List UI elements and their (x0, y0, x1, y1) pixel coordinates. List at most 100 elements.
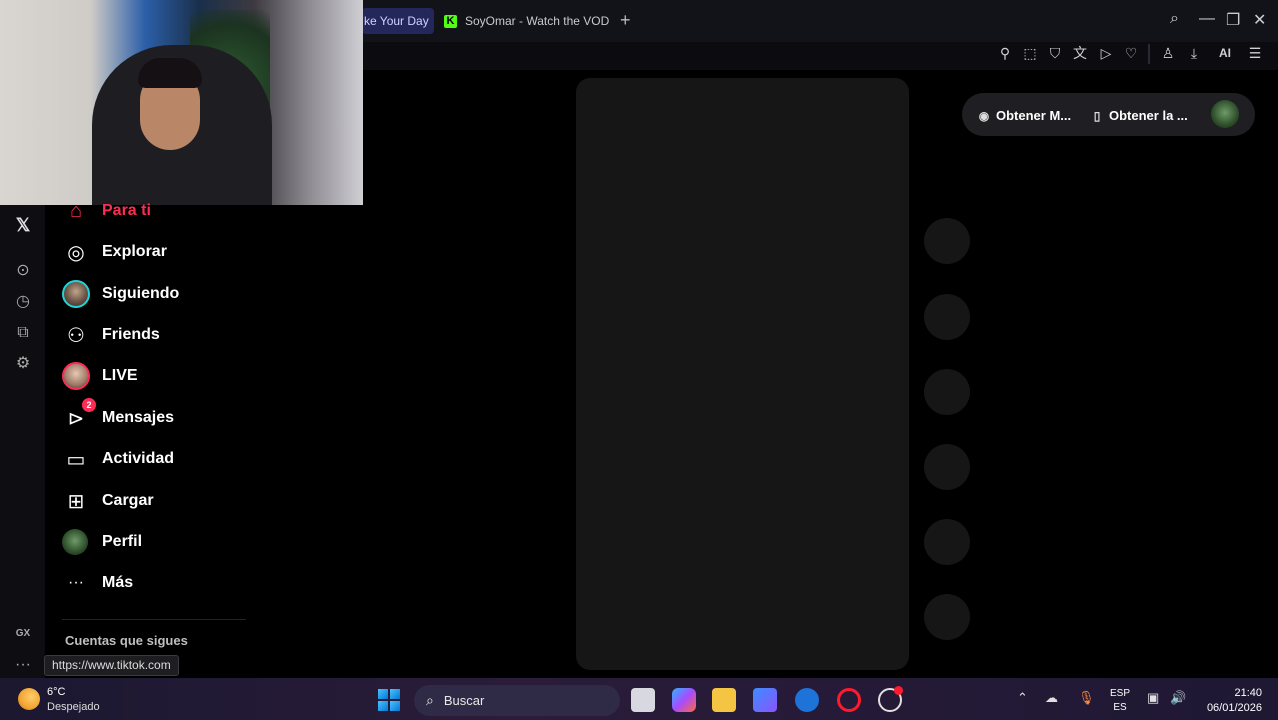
action-button-placeholder[interactable] (924, 294, 970, 340)
language-indicator[interactable]: ESP ES (1110, 687, 1130, 715)
screen: ke Your Day K SoyOmar - Watch the VOD + … (0, 0, 1278, 720)
x-twitter-icon[interactable]: 𝕏 (13, 215, 33, 235)
friends-icon: ⚇ (67, 324, 85, 347)
play-icon[interactable]: ▷ (1098, 45, 1114, 61)
following-accounts-title: Cuentas que sigues (65, 633, 188, 648)
maximize-icon[interactable]: ❐ (1226, 10, 1240, 30)
nav-item-explorar[interactable]: ◎ Explorar (62, 237, 167, 267)
outlook-icon[interactable] (795, 688, 819, 712)
webcam-overlay (0, 0, 363, 205)
toolbar-divider (1148, 44, 1150, 64)
task-view-icon[interactable] (631, 688, 655, 712)
clock[interactable]: 21:40 06/01/2026 (1200, 686, 1262, 716)
search-icon: ⌕ (426, 692, 434, 708)
opera-gx-icon[interactable] (837, 688, 861, 712)
weather-temp: 6°C (47, 686, 66, 698)
new-tab-button[interactable]: + (620, 10, 631, 30)
unread-badge: 2 (82, 398, 96, 412)
heart-icon[interactable]: ♡ (1123, 45, 1139, 61)
store-icon[interactable] (753, 688, 777, 712)
action-button-placeholder[interactable] (924, 369, 970, 415)
tab-active[interactable]: ke Your Day (362, 8, 434, 34)
sidebar-more-icon[interactable]: ··· (13, 655, 33, 675)
weather-moon-icon[interactable] (18, 688, 40, 710)
tab-label: ke Your Day (364, 14, 429, 28)
get-app-button[interactable]: ▯ Obtener la ... (1090, 108, 1188, 123)
phone-icon: ▯ (1093, 108, 1101, 123)
coin-icon: ◉ (978, 108, 990, 123)
nav-label: Friends (102, 326, 160, 343)
search-label: Buscar (443, 693, 485, 708)
action-button-placeholder[interactable] (924, 594, 970, 640)
file-explorer-icon[interactable] (712, 688, 736, 712)
tab-label: SoyOmar - Watch the VOD (465, 14, 610, 28)
nav-label: Perfil (102, 533, 143, 550)
minimize-icon[interactable]: — (1199, 10, 1215, 28)
network-icon[interactable]: ▣ (1147, 690, 1159, 706)
nav-label: Cargar (102, 492, 154, 509)
profile-avatar[interactable] (1211, 100, 1239, 128)
get-app-label: Obtener la ... (1109, 108, 1188, 123)
action-button-placeholder[interactable] (924, 444, 970, 490)
profile-icon[interactable]: ♙ (1160, 45, 1176, 61)
nav-item-actividad[interactable]: ▭ Actividad (62, 444, 174, 474)
lang-line1: ESP (1110, 688, 1131, 699)
notification-dot (894, 686, 903, 695)
crop-icon[interactable]: ⬚ (1022, 45, 1038, 61)
search-icon[interactable]: ⌕ (1170, 10, 1179, 28)
home-icon: ⌂ (69, 199, 83, 222)
taskbar-search[interactable]: ⌕ Buscar (414, 685, 620, 716)
compass-icon: ◎ (67, 241, 85, 264)
tab-kick-vod[interactable]: K SoyOmar - Watch the VOD (444, 8, 612, 34)
extensions-icon[interactable]: ⧉ (13, 323, 33, 343)
nav-item-mas[interactable]: ··· Más (62, 568, 133, 598)
ai-button[interactable]: AI (1210, 45, 1240, 61)
get-coins-label: Obtener M... (996, 108, 1072, 123)
activity-icon: ▭ (66, 448, 86, 471)
history-icon[interactable]: ◷ (13, 292, 33, 312)
menu-icon[interactable]: ☰ (1247, 45, 1263, 61)
kick-icon: K (444, 14, 457, 28)
chevron-up-icon[interactable]: ⌃ (1017, 690, 1028, 706)
upload-icon: ⊞ (67, 490, 85, 513)
settings-icon[interactable]: ⚙ (13, 354, 33, 374)
start-button[interactable] (378, 689, 400, 711)
video-placeholder[interactable] (576, 78, 909, 670)
nav-item-friends[interactable]: ⚇ Friends (62, 320, 160, 350)
shield-icon[interactable]: ⛉ (1047, 45, 1063, 61)
nav-label: Explorar (102, 243, 167, 260)
avatar (62, 529, 88, 555)
date: 06/01/2026 (1206, 702, 1262, 714)
nav-item-live[interactable]: LIVE (62, 361, 138, 391)
nav-item-para-ti[interactable]: ⌂ Para ti (62, 196, 151, 226)
nav-label: LIVE (102, 367, 138, 384)
send-icon: ⊳ 2 (62, 398, 96, 432)
nav-label: Mensajes (102, 409, 175, 426)
status-url: https://www.tiktok.com (44, 655, 179, 676)
volume-icon[interactable]: 🔊 (1170, 690, 1186, 706)
nav-label: Siguiendo (102, 285, 180, 302)
nav-item-cargar[interactable]: ⊞ Cargar (62, 486, 154, 516)
download-icon[interactable]: ⤓ (1186, 45, 1202, 61)
pin-icon[interactable]: ⚲ (997, 45, 1013, 61)
player-icon[interactable]: ⊙ (13, 261, 33, 281)
cloud-icon[interactable]: ☁ (1045, 690, 1058, 706)
avatar (62, 280, 90, 308)
nav-divider (62, 619, 246, 620)
close-icon[interactable]: ✕ (1253, 10, 1266, 30)
action-button-placeholder[interactable] (924, 519, 970, 565)
nav-item-perfil[interactable]: Perfil (62, 527, 142, 557)
time: 21:40 (1234, 687, 1262, 699)
nav-item-siguiendo[interactable]: Siguiendo (62, 279, 179, 309)
gx-icon[interactable]: GX (13, 624, 33, 644)
action-button-placeholder[interactable] (924, 218, 970, 264)
nav-label: Más (102, 574, 134, 591)
nav-label: Para ti (102, 202, 151, 219)
copilot-icon[interactable] (672, 688, 696, 712)
translate-icon[interactable]: 文 (1072, 45, 1088, 61)
avatar (62, 362, 90, 390)
get-coins-button[interactable]: ◉ Obtener M... (977, 108, 1071, 123)
ai-label: AI (1219, 46, 1231, 60)
nav-item-mensajes[interactable]: ⊳ 2 Mensajes (62, 398, 174, 433)
microphone-icon[interactable]: 🎙 (1078, 690, 1095, 706)
